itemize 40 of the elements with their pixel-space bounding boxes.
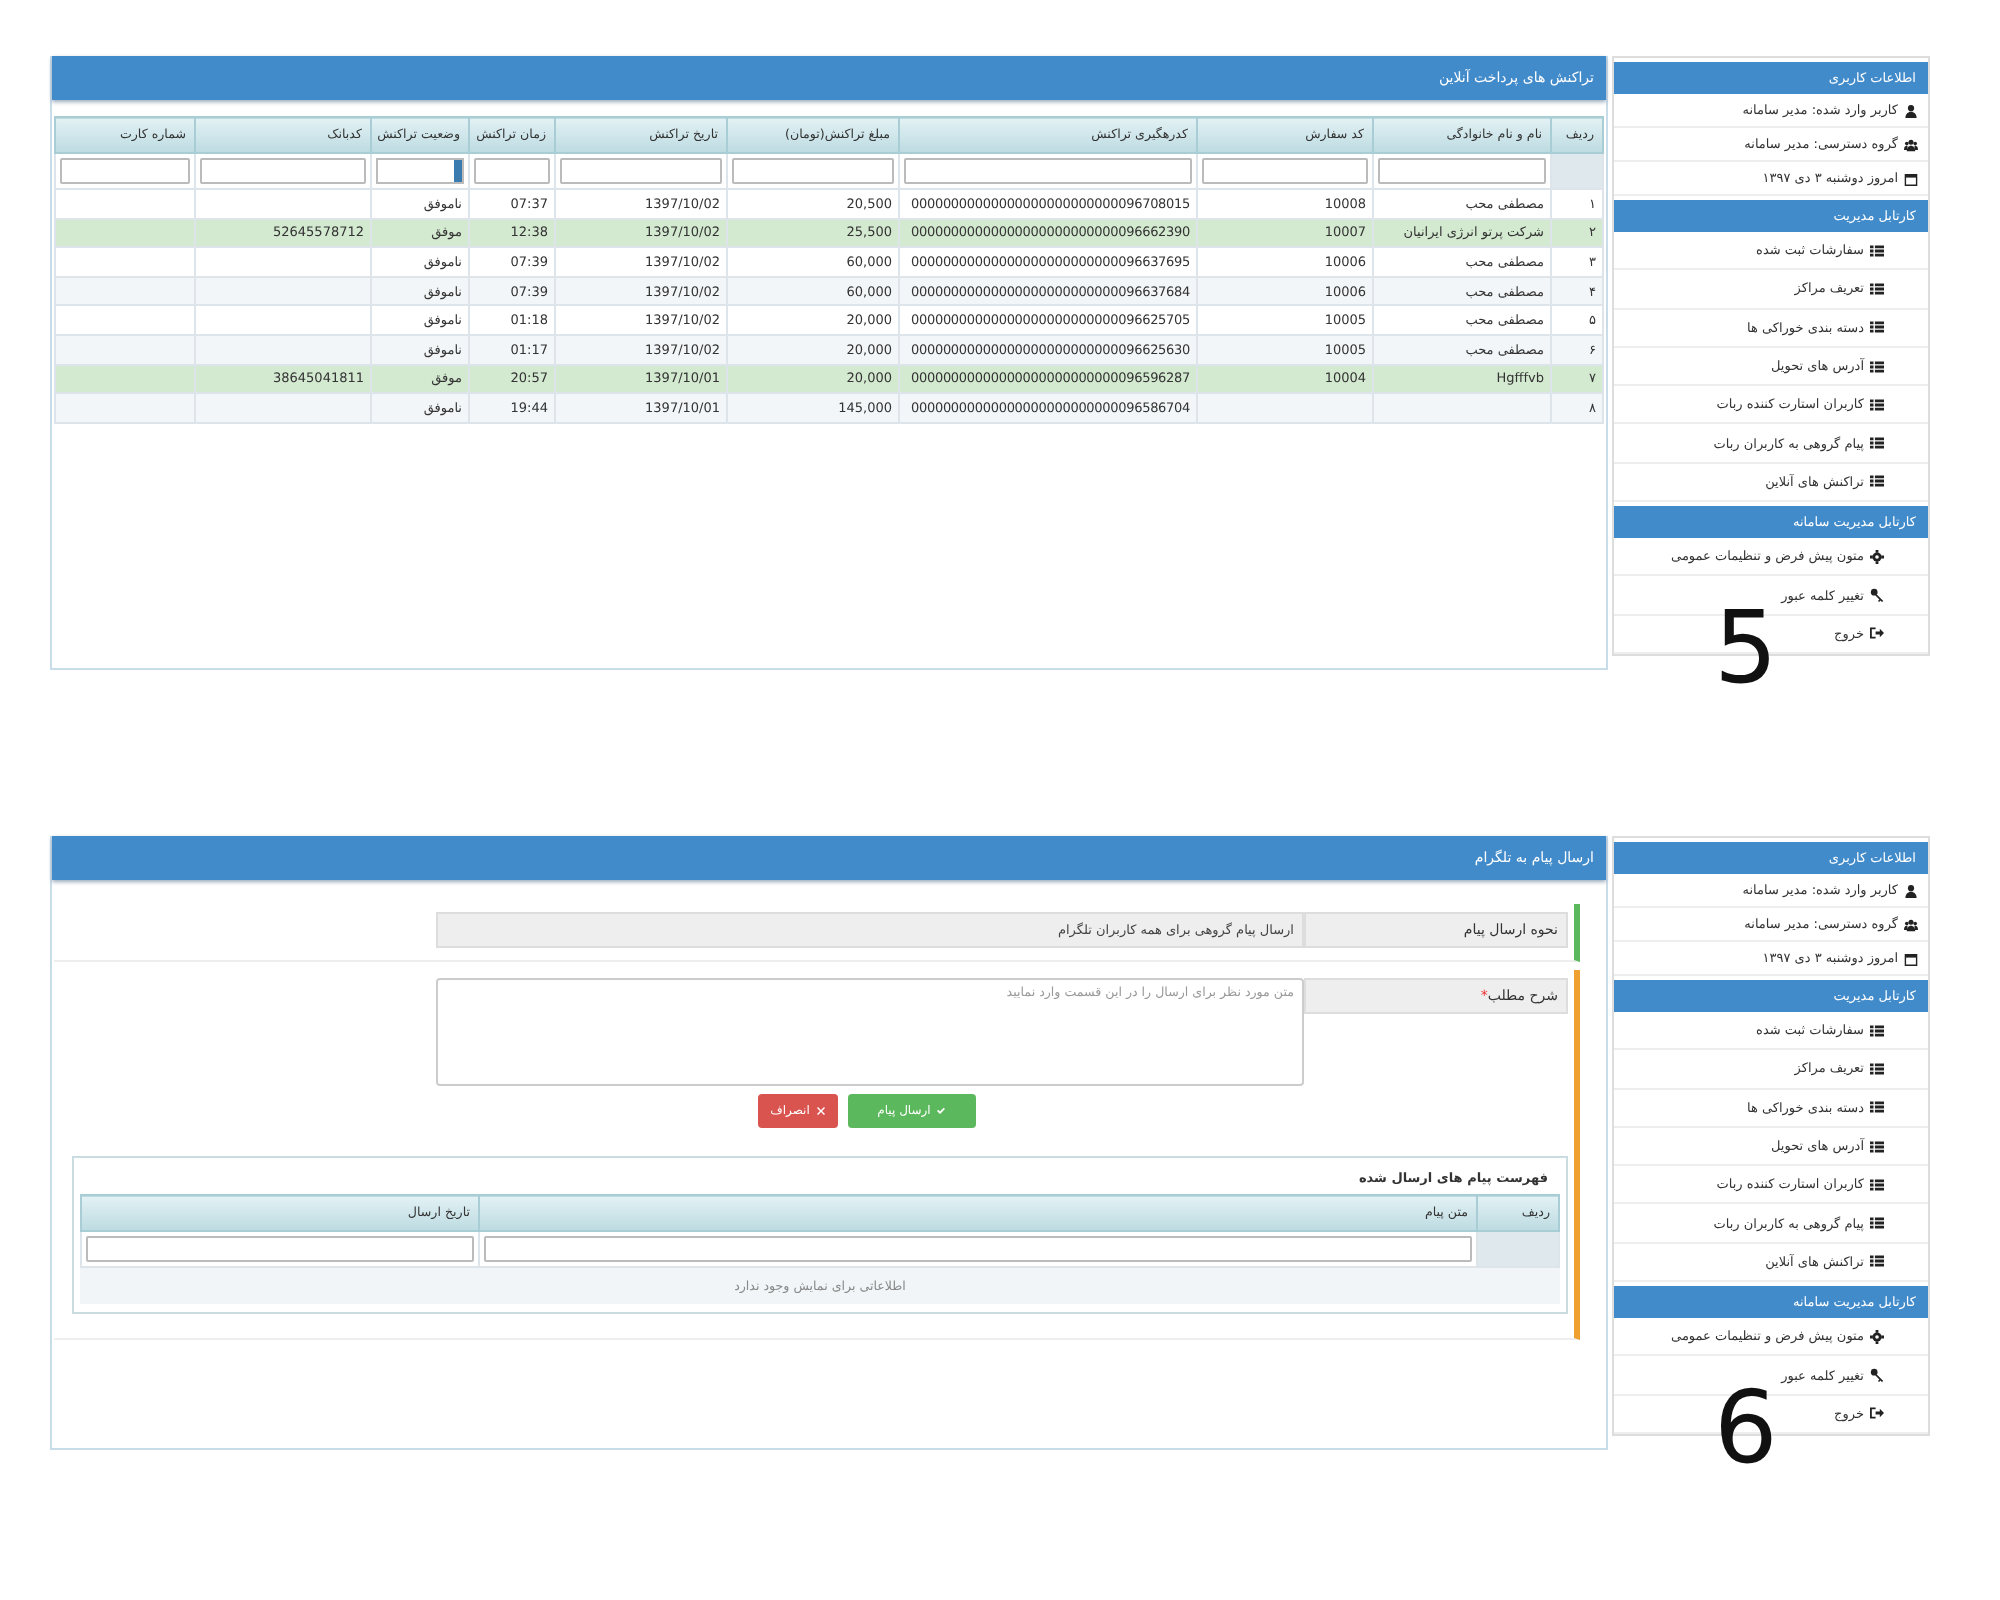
settings-icon <box>1870 549 1884 564</box>
logout-icon <box>1870 1406 1884 1421</box>
filter-field[interactable] <box>60 158 190 184</box>
settings-icon <box>1870 1329 1884 1344</box>
list-icon <box>1870 1061 1884 1076</box>
users-icon <box>1904 137 1918 151</box>
list-icon <box>1870 1216 1884 1231</box>
key-icon <box>1870 1368 1884 1383</box>
user-icon <box>1904 883 1918 897</box>
filter-field[interactable] <box>1378 158 1546 184</box>
filter-field[interactable] <box>560 158 722 184</box>
filter-field[interactable] <box>86 1236 474 1262</box>
list-icon <box>1870 243 1884 258</box>
list-icon <box>1870 474 1884 489</box>
list-icon <box>1870 1139 1884 1154</box>
list-icon <box>1870 436 1884 451</box>
list-icon <box>1870 359 1884 374</box>
key-icon <box>1870 588 1884 603</box>
calendar-icon <box>1904 171 1918 185</box>
list-icon <box>1870 1177 1884 1192</box>
filter-dropdown[interactable] <box>376 158 464 184</box>
list-icon <box>1870 1100 1884 1115</box>
filter-field[interactable] <box>200 158 366 184</box>
filter-field[interactable] <box>1202 158 1368 184</box>
logout-icon <box>1870 626 1884 641</box>
filter-field[interactable] <box>484 1236 1472 1262</box>
users-icon <box>1904 917 1918 931</box>
filter-field[interactable] <box>732 158 894 184</box>
user-icon <box>1904 103 1918 117</box>
list-icon <box>1870 1254 1884 1269</box>
calendar-icon <box>1904 951 1918 965</box>
filter-field[interactable] <box>904 158 1192 184</box>
close-icon <box>815 1106 826 1116</box>
list-icon <box>1870 320 1884 335</box>
dropdown-button[interactable] <box>454 160 462 182</box>
list-icon <box>1870 281 1884 296</box>
list-icon <box>1870 1023 1884 1038</box>
list-icon <box>1870 397 1884 412</box>
check-icon <box>936 1106 947 1116</box>
filter-field[interactable] <box>474 158 550 184</box>
